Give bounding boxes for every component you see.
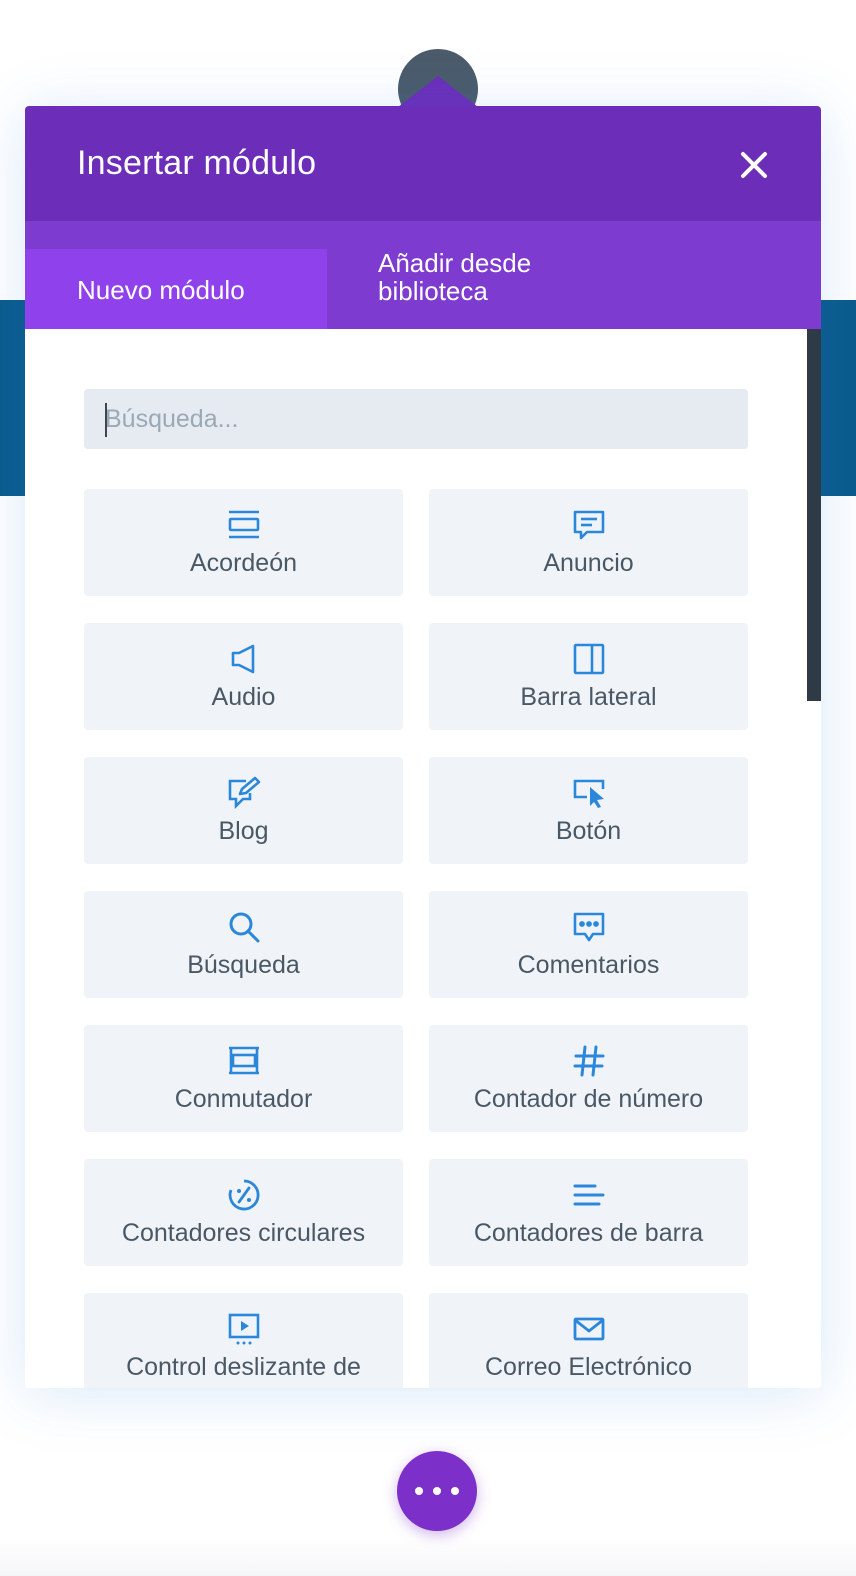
module-label: Anuncio: [543, 549, 634, 577]
toggle-icon: [226, 1043, 262, 1079]
module-item-boton[interactable]: Botón: [429, 757, 748, 864]
search-icon: [226, 909, 262, 945]
modal-header: Insertar módulo: [25, 106, 821, 221]
modal-tabs: Nuevo módulo Añadir desde biblioteca: [25, 221, 821, 329]
module-label: Conmutador: [174, 1085, 313, 1113]
module-item-barra-lateral[interactable]: Barra lateral: [429, 623, 748, 730]
modal-pointer: [398, 76, 478, 107]
sidebar-icon: [571, 641, 607, 677]
module-item-blog[interactable]: Blog: [84, 757, 403, 864]
dot-icon: [433, 1487, 441, 1495]
module-item-acordeon[interactable]: Acordeón: [84, 489, 403, 596]
page-footer-bg: [0, 1535, 856, 1576]
bars-icon: [571, 1177, 607, 1213]
module-item-correo-electronico[interactable]: Correo Electrónico: [429, 1293, 748, 1388]
module-label: Contadores de barra: [473, 1219, 704, 1247]
module-label: Botón: [555, 817, 622, 845]
dot-icon: [451, 1487, 459, 1495]
dot-icon: [415, 1487, 423, 1495]
cursor-click-icon: [571, 775, 607, 811]
module-label: Búsqueda: [187, 951, 300, 979]
accordion-icon: [226, 507, 262, 543]
module-item-control-deslizante[interactable]: Control deslizante de: [84, 1293, 403, 1388]
tab-label: Añadir desde biblioteca: [378, 248, 532, 306]
tab-new-module[interactable]: Nuevo módulo: [25, 249, 327, 329]
text-cursor: [105, 403, 107, 437]
module-item-audio[interactable]: Audio: [84, 623, 403, 730]
tab-label: Nuevo módulo: [77, 275, 245, 305]
module-label: Contador de número: [473, 1085, 704, 1113]
module-item-contadores-barra[interactable]: Contadores de barra: [429, 1159, 748, 1266]
module-label: Blog: [218, 817, 269, 845]
circle-percent-icon: [226, 1177, 262, 1213]
module-item-conmutador[interactable]: Conmutador: [84, 1025, 403, 1132]
module-item-anuncio[interactable]: Anuncio: [429, 489, 748, 596]
search-input[interactable]: [84, 389, 748, 449]
close-icon[interactable]: [731, 142, 777, 188]
module-item-contadores-circulares[interactable]: Contadores circulares: [84, 1159, 403, 1266]
module-item-busqueda[interactable]: Búsqueda: [84, 891, 403, 998]
modal-content: Acordeón Anuncio: [25, 329, 821, 1388]
module-label: Acordeón: [189, 549, 298, 577]
scrollbar[interactable]: [807, 329, 821, 701]
speaker-icon: [226, 641, 262, 677]
insert-module-modal: Insertar módulo Nuevo módulo Añadir desd…: [25, 106, 821, 1388]
module-item-comentarios[interactable]: Comentarios: [429, 891, 748, 998]
more-options-button[interactable]: [397, 1451, 477, 1531]
modal-title: Insertar módulo: [77, 144, 317, 182]
module-label: Comentarios: [517, 951, 660, 979]
module-label: Barra lateral: [520, 683, 657, 711]
tab-add-from-library[interactable]: Añadir desde biblioteca: [327, 249, 627, 329]
comment-icon: [571, 909, 607, 945]
module-item-contador-numero[interactable]: Contador de número: [429, 1025, 748, 1132]
edit-icon: [226, 775, 262, 811]
module-label: Correo Electrónico: [484, 1353, 693, 1381]
slider-play-icon: [226, 1311, 262, 1347]
message-icon: [571, 507, 607, 543]
module-label: Audio: [211, 683, 276, 711]
module-label: Control deslizante de: [126, 1353, 361, 1381]
email-icon: [571, 1311, 607, 1347]
module-label: Contadores circulares: [121, 1219, 366, 1247]
hash-icon: [571, 1043, 607, 1079]
